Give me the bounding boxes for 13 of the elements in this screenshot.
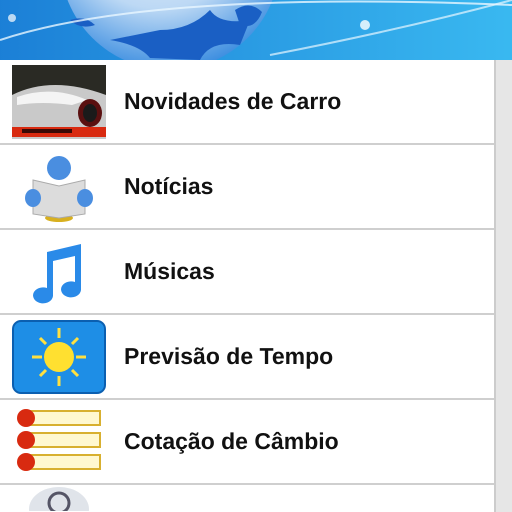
email-icon bbox=[29, 487, 89, 511]
menu-item[interactable]: Notícias bbox=[0, 145, 494, 230]
menu-label: Previsão de Tempo bbox=[124, 343, 334, 370]
scrollbar[interactable] bbox=[494, 60, 512, 512]
menu-label: Cotação de Câmbio bbox=[124, 428, 339, 455]
menu-item[interactable]: Novidades de Carro bbox=[0, 60, 494, 145]
menu-item[interactable]: Cotação de Câmbio bbox=[0, 400, 494, 485]
menu-label: Músicas bbox=[124, 258, 215, 285]
menu-item[interactable]: Previsão de Tempo bbox=[0, 315, 494, 400]
menu-label: Novidades de Carro bbox=[124, 88, 342, 115]
sun-icon bbox=[12, 320, 106, 394]
menu-label: Notícias bbox=[124, 173, 214, 200]
menu-item[interactable]: Músicas bbox=[0, 230, 494, 315]
